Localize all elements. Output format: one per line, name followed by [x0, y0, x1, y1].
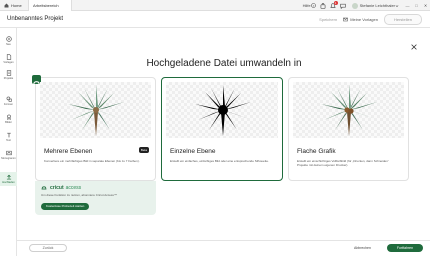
- back-button[interactable]: Zurück: [29, 244, 67, 252]
- monogram-icon: [5, 150, 12, 156]
- start-trial-button[interactable]: Kostenlose Probezeit starten: [41, 203, 90, 210]
- home-icon: [4, 3, 9, 7]
- help-label: Hilfe: [302, 3, 311, 8]
- sidebar-item-shapes[interactable]: Formen: [0, 94, 17, 108]
- preview-image: [166, 82, 278, 138]
- sidebar-item-new[interactable]: Neu: [0, 34, 17, 48]
- tab-workspace-label: Arbeitsbereich: [33, 2, 59, 8]
- sidebar-item-label: Projekte: [3, 77, 14, 80]
- templates-icon: [6, 54, 11, 60]
- palm-tree-color-image: [68, 85, 124, 136]
- sidebar-item-label: Text: [6, 139, 11, 142]
- card-title: Flache Grafik: [297, 148, 336, 155]
- palm-tree-silhouette-image: [195, 85, 251, 136]
- access-description: Um diese Funktion zu nutzen, abonniere C…: [41, 193, 117, 197]
- tab-home[interactable]: Home: [0, 0, 28, 11]
- project-title[interactable]: Unbenanntes Projekt: [7, 16, 63, 22]
- make-button[interactable]: Herstellen: [383, 14, 422, 25]
- window-controls: — □ ✕: [403, 3, 430, 8]
- cancel-button[interactable]: Abbrechen: [354, 246, 371, 250]
- app-window: Home Arbeitsbereich Hilfe ? 1 Stefanie L…: [0, 0, 430, 256]
- project-header: Unbenanntes Projekt Speichern Meine Vorl…: [0, 11, 430, 28]
- cricut-access-banner: cricut access Um diese Funktion zu nutze…: [35, 181, 156, 215]
- help-icon: ?: [310, 3, 316, 8]
- cricut-access-logo: cricut access: [41, 185, 81, 191]
- images-icon: [6, 114, 11, 120]
- sidebar-item-label: Neu: [6, 43, 11, 46]
- chat-icon[interactable]: [339, 3, 346, 9]
- cricut-logo-icon: [41, 186, 47, 190]
- left-sidebar: Neu Vorlagen Projekte Formen Bilder Text…: [0, 28, 17, 256]
- cart-icon[interactable]: [320, 2, 326, 9]
- my-templates-label: Meine Vorlagen: [350, 17, 378, 22]
- sidebar-item-monogram[interactable]: Monogramm: [0, 148, 17, 162]
- sidebar-item-label: Formen: [4, 103, 13, 106]
- user-name: Stefanie Leichthaler: [359, 3, 395, 8]
- sidebar-item-label: Vorlagen: [3, 61, 14, 64]
- tab-workspace[interactable]: Arbeitsbereich: [28, 0, 72, 11]
- projects-icon: [6, 70, 11, 76]
- text-icon: [6, 132, 11, 138]
- sidebar-item-templates[interactable]: Vorlagen: [0, 52, 17, 66]
- sidebar-item-projects[interactable]: Projekte: [0, 68, 17, 82]
- card-description: Erstellt ein einfaches, einfarbiges Bild…: [170, 159, 269, 163]
- footer-bar: Zurück Abbrechen Fortfahren: [17, 240, 430, 256]
- option-card-multi-layer[interactable]: Mehrere Ebenen Beta Konvertiere ein mehr…: [32, 75, 156, 181]
- continue-button[interactable]: Fortfahren: [387, 244, 423, 252]
- option-card-single-layer[interactable]: Einzelne Ebene Erstellt ein einfaches, e…: [161, 77, 283, 181]
- palm-tree-flat-image: [321, 85, 377, 136]
- shapes-icon: [6, 96, 12, 102]
- minimize-icon[interactable]: —: [403, 3, 412, 8]
- sidebar-item-text[interactable]: Text: [0, 130, 17, 144]
- brand-suffix: access: [65, 185, 82, 191]
- my-templates-button[interactable]: Meine Vorlagen: [343, 17, 378, 22]
- option-card-flat-graphic[interactable]: Flache Grafik Erstellt ein einschichtige…: [288, 77, 409, 181]
- header-actions: Speichern Meine Vorlagen Herstellen: [319, 14, 422, 25]
- tab-bar: Home Arbeitsbereich Hilfe ? 1 Stefanie L…: [0, 0, 430, 11]
- close-icon[interactable]: [410, 43, 418, 51]
- templates-icon: [343, 17, 348, 22]
- card-title: Mehrere Ebenen: [44, 148, 93, 155]
- card-title: Einzelne Ebene: [170, 148, 216, 155]
- notification-badge: 1: [333, 0, 338, 5]
- sidebar-item-label: Bilder: [5, 121, 12, 124]
- preview-image: [40, 82, 151, 138]
- brand-name: cricut: [50, 185, 64, 191]
- sidebar-item-label: Monogramm: [1, 157, 16, 160]
- sidebar-item-upload[interactable]: Hochladen: [0, 172, 17, 186]
- card-description: Erstellt ein einschichtiges Vollfarbbild…: [297, 159, 389, 167]
- help-button[interactable]: Hilfe ?: [303, 3, 316, 8]
- notifications-button[interactable]: 1: [330, 0, 338, 9]
- plus-icon: [5, 36, 12, 42]
- chevron-down-icon: [395, 4, 399, 7]
- topbar-right: Hilfe ? 1 Stefanie Leichthaler — □ ✕: [299, 0, 430, 11]
- preview-image: [293, 82, 404, 138]
- close-window-icon[interactable]: ✕: [421, 3, 430, 8]
- upload-icon: [6, 174, 11, 180]
- card-description: Konvertiere ein mehrfarbiges Bild in sep…: [44, 159, 140, 163]
- user-menu[interactable]: Stefanie Leichthaler: [350, 2, 399, 9]
- tab-home-label: Home: [11, 2, 22, 8]
- sidebar-item-label: Hochladen: [2, 181, 15, 184]
- beta-badge: Beta: [138, 147, 149, 153]
- avatar: [351, 2, 358, 9]
- sidebar-item-images[interactable]: Bilder: [0, 112, 17, 126]
- page-title: Hochgeladene Datei umwandeln in: [146, 58, 302, 69]
- save-button[interactable]: Speichern: [319, 17, 337, 22]
- maximize-icon[interactable]: □: [412, 3, 421, 8]
